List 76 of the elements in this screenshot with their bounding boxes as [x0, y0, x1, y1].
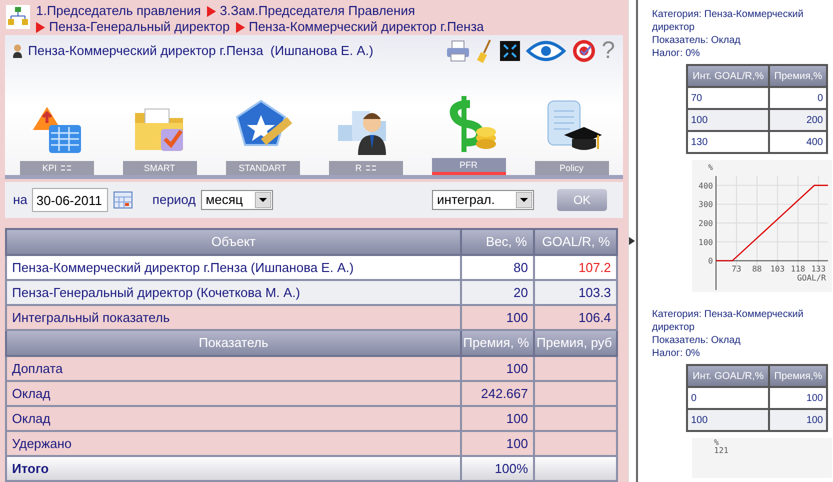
period-dropdown[interactable]: месяц	[200, 190, 273, 210]
breadcrumb-link[interactable]: 3.Зам.Председателя Правления	[220, 3, 416, 19]
axis-label: GOAL/R	[797, 274, 826, 283]
detail-text: Налог: 0%	[652, 47, 701, 60]
detail-text: Показатель: Оклад	[652, 34, 742, 47]
detail-text: Налог: 0%	[652, 347, 701, 360]
tick-label: 133	[811, 264, 826, 274]
tick-label: 103	[770, 264, 785, 274]
tick-label: 121	[714, 447, 730, 455]
table-cell: 100%	[461, 456, 534, 481]
column-header: Премия, %	[461, 330, 534, 356]
ok-button[interactable]: OK	[557, 189, 607, 211]
caret-icon	[516, 192, 532, 208]
column-header: Показатель	[6, 330, 461, 356]
caret-icon	[254, 192, 271, 208]
tick-label: 300	[698, 200, 713, 210]
table-cell: 100	[769, 409, 827, 431]
triangle-icon	[36, 22, 45, 32]
tab[interactable]: Policy	[534, 161, 608, 175]
date-field[interactable]: 30-06-2011	[32, 188, 108, 212]
breadcrumb-link[interactable]: 1.Председатель правления	[36, 3, 201, 19]
calendar-icon[interactable]	[113, 191, 134, 209]
table-cell: 130	[687, 131, 770, 153]
column-header: Премия,%	[769, 365, 827, 387]
detail-text: Категория: Пенза-Коммерческий директор	[652, 308, 804, 334]
tab[interactable]: PFR	[432, 158, 506, 175]
collapse-arrow-icon[interactable]	[629, 237, 635, 245]
column-header: Премия, руб	[534, 330, 617, 356]
triangle-icon	[236, 22, 245, 32]
table-cell: 100	[687, 409, 770, 431]
table-cell: Итого	[6, 456, 461, 481]
tick-label: 88	[752, 264, 762, 274]
tick-label: 200	[698, 219, 713, 228]
hierarchy-icon	[6, 5, 30, 29]
table-cell: 400	[769, 131, 827, 153]
fullscreen-icon[interactable]	[500, 41, 520, 61]
column-header: Объект	[6, 229, 461, 255]
tick-label: 400	[698, 181, 713, 190]
mode-dropdown[interactable]: интеграл.	[432, 190, 534, 210]
tick-label: 73	[732, 264, 742, 274]
page-title: Пенза-Коммерческий директор г.Пенза (Ишпанова Е. А.)	[28, 42, 374, 60]
triangle-icon	[206, 6, 216, 16]
table-cell: 100	[687, 109, 770, 131]
help-icon[interactable]: ?	[602, 39, 615, 63]
tab[interactable]: R	[328, 161, 402, 175]
breadcrumb-link[interactable]: Пенза-Коммерческий директор г.Пенза	[248, 19, 484, 35]
detail-text: Показатель: Оклад	[652, 334, 742, 347]
detail-text: Категория: Пенза-Коммерческий директор	[652, 8, 804, 34]
column-header: Инт. GOAL/R,%	[687, 65, 770, 87]
column-header: Инт. GOAL/R,%	[687, 365, 770, 387]
target-icon[interactable]	[572, 39, 596, 63]
period-label: период	[152, 191, 196, 210]
tick-label: 0	[708, 256, 713, 266]
tab[interactable]: STANDART	[226, 161, 300, 175]
tick-label: 118	[790, 264, 806, 274]
table-cell: 70	[687, 87, 770, 109]
column-header: Вес, %	[461, 229, 534, 255]
breadcrumb-link[interactable]: Пенза-Генеральный директор	[49, 19, 230, 35]
column-header: GOAL/R, %	[534, 229, 617, 255]
printer-icon[interactable]	[446, 40, 470, 62]
table-cell: 0	[769, 87, 827, 109]
tick-label: 100	[698, 238, 713, 247]
table-cell: 200	[769, 109, 827, 131]
tab[interactable]: KPI	[20, 161, 94, 175]
table-cell: 0	[687, 387, 770, 409]
broom-icon[interactable]	[476, 39, 494, 63]
person-icon	[13, 44, 22, 58]
eye-icon[interactable]	[526, 40, 566, 62]
axis-label: %	[714, 438, 720, 447]
tab[interactable]: SMART	[122, 161, 196, 175]
grid-icon	[60, 165, 71, 171]
axis-label: %	[708, 163, 713, 172]
date-label: на	[13, 191, 28, 210]
table-cell: 100	[769, 387, 827, 409]
column-header: Премия,%	[769, 65, 827, 87]
grid-icon	[366, 165, 376, 171]
